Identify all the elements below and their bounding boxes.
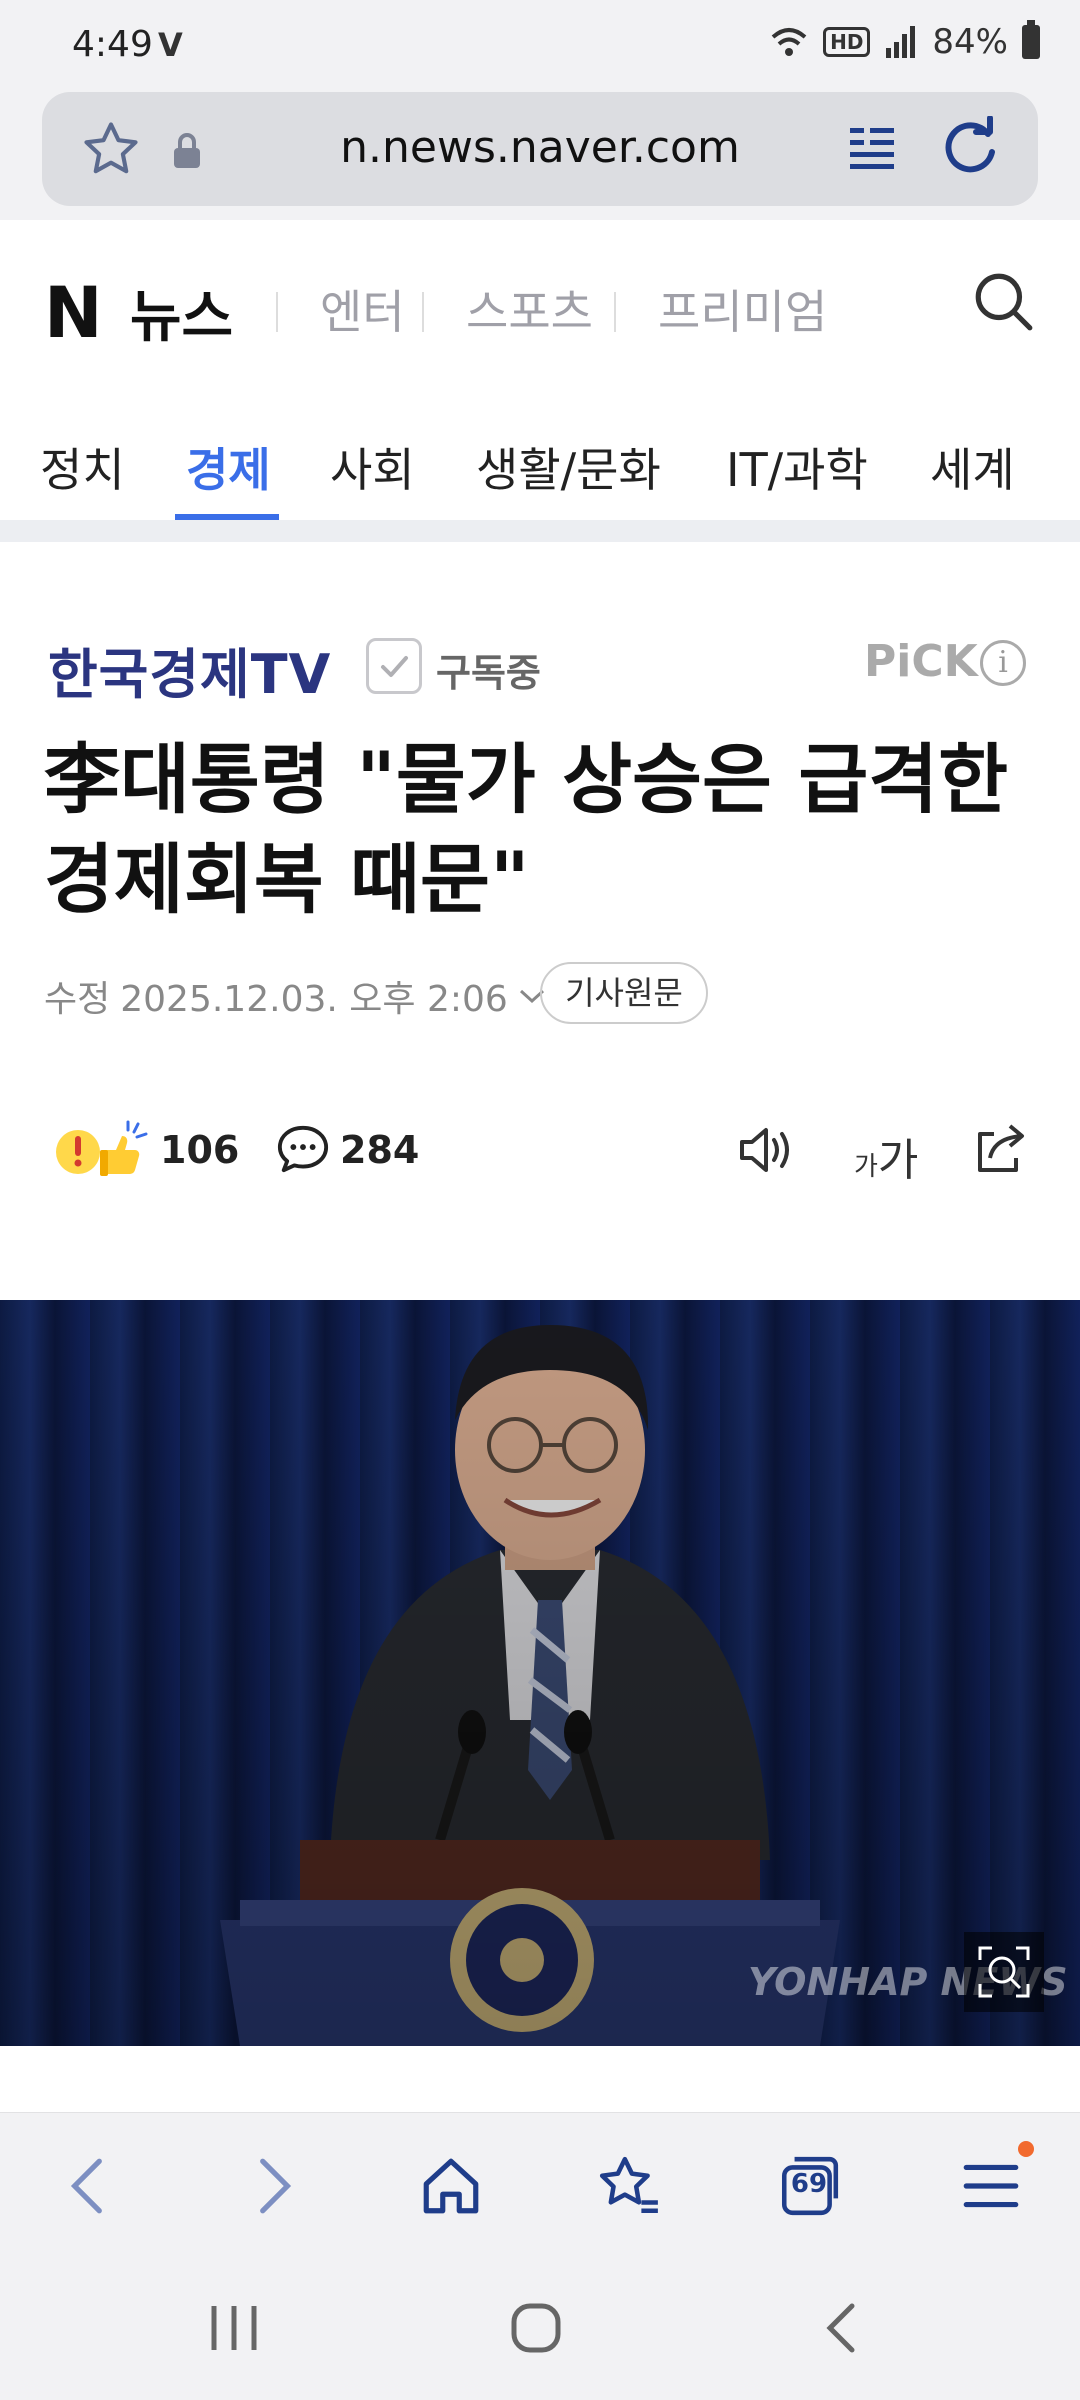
url-field[interactable]: n.news.naver.com — [42, 92, 1038, 206]
subscribe-check-icon[interactable] — [366, 638, 422, 694]
share-icon[interactable] — [970, 1118, 1030, 1178]
font-size-small-label: 가 — [854, 1152, 878, 1182]
wifi-icon — [771, 28, 807, 56]
article-dateline[interactable]: 수정 2025.12.03. 오후 2:06 — [44, 970, 546, 1022]
naver-news-header: N 뉴스 엔터 스포츠 프리미엄 정치 경제 사회 생활/문화 IT/과학 세계 — [0, 220, 1080, 520]
reload-icon[interactable] — [938, 116, 1002, 180]
back-nav-icon[interactable] — [812, 2298, 872, 2358]
bookmarks-icon[interactable] — [596, 2153, 662, 2219]
tabs-count: 69 — [790, 2169, 828, 2199]
original-article-button[interactable]: 기사원문 — [540, 962, 708, 1024]
browser-toolbar: 69 — [0, 2112, 1080, 2256]
reader-mode-icon[interactable] — [846, 122, 898, 174]
reaction-emoji-icon[interactable] — [54, 1120, 150, 1180]
date-label: 수정 — [44, 979, 111, 1020]
recent-apps-icon[interactable] — [204, 2298, 264, 2358]
header-link-premium[interactable]: 프리미엄 — [658, 276, 827, 342]
tab-it-science[interactable]: IT/과학 — [726, 434, 868, 500]
naver-logo[interactable]: N — [44, 272, 103, 354]
divider — [422, 292, 424, 332]
tab-world[interactable]: 세계 — [930, 434, 1015, 500]
article-actions: 106 284 가가 — [0, 1110, 1080, 1190]
home-nav-icon[interactable] — [506, 2298, 566, 2358]
zoom-icon — [978, 1946, 1030, 1998]
photo-shade — [0, 1300, 1080, 2046]
header-link-sports[interactable]: 스포츠 — [466, 276, 593, 342]
battery-percent: 84% — [932, 22, 1008, 62]
signal-icon — [886, 26, 916, 58]
header-link-enter[interactable]: 엔터 — [320, 276, 405, 342]
comment-icon[interactable] — [276, 1122, 330, 1176]
search-icon[interactable] — [970, 268, 1036, 334]
tabs-button[interactable]: 69 — [776, 2153, 842, 2219]
forward-icon[interactable] — [240, 2153, 306, 2219]
home-icon[interactable] — [418, 2153, 484, 2219]
menu-icon[interactable] — [958, 2153, 1024, 2219]
browser-address-bar: n.news.naver.com — [0, 90, 1080, 220]
info-icon[interactable]: i — [980, 640, 1026, 686]
status-indicators: HD 84% — [769, 20, 1040, 62]
system-navigation-bar — [0, 2256, 1080, 2400]
divider — [614, 292, 616, 332]
tab-politics[interactable]: 정치 — [40, 434, 125, 500]
zoom-photo-button[interactable] — [964, 1932, 1044, 2012]
back-icon[interactable] — [56, 2153, 122, 2219]
subscribe-status[interactable]: 구독중 — [436, 642, 541, 697]
tab-society[interactable]: 사회 — [330, 434, 415, 500]
check-icon — [381, 656, 408, 677]
section-divider — [0, 520, 1080, 542]
font-size-large-label: 가 — [877, 1135, 919, 1186]
hd-voice-icon: HD — [823, 27, 871, 57]
press-name[interactable]: 한국경제TV — [48, 630, 331, 709]
status-bar: 4:49 V HD 84% — [0, 0, 1080, 90]
speaker-icon[interactable] — [734, 1120, 794, 1180]
battery-icon — [1022, 20, 1040, 59]
article-headline: 李대통령 "물가 상승은 급격한 경제회복 때문" — [44, 735, 1009, 924]
category-nav: 정치 경제 사회 생활/문화 IT/과학 세계 — [0, 410, 1080, 520]
font-size-button[interactable]: 가가 — [854, 1124, 918, 1188]
pick-label: PiCK — [864, 636, 978, 687]
date-value: 2025.12.03. 오후 2:06 — [120, 979, 508, 1020]
status-time: 4:49 — [72, 24, 153, 65]
comment-count[interactable]: 284 — [340, 1128, 419, 1172]
news-logo[interactable]: 뉴스 — [130, 272, 233, 353]
notification-dot — [1018, 2141, 1034, 2157]
article-body-start — [0, 2046, 1080, 2112]
tab-economy[interactable]: 경제 — [186, 434, 271, 500]
article-photo[interactable]: YONHAP NEWS — [0, 1300, 1080, 2046]
reaction-count[interactable]: 106 — [160, 1128, 239, 1172]
volte-icon: V — [158, 26, 183, 64]
tab-life-culture[interactable]: 생활/문화 — [476, 434, 661, 500]
divider — [276, 292, 278, 332]
